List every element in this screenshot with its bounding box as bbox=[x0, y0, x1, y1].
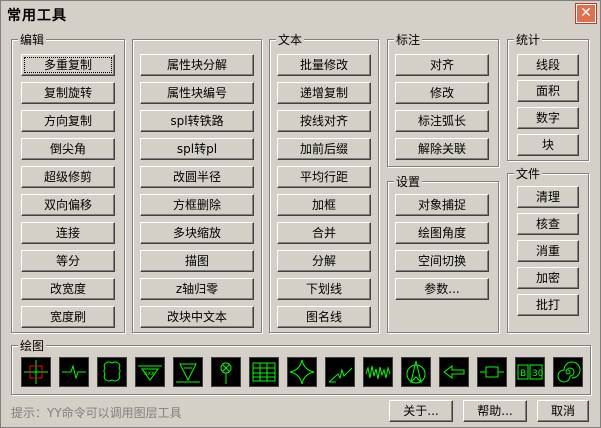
spl-to-pl-button[interactable]: spl转pl bbox=[140, 138, 254, 160]
number-attr-block-button[interactable]: 属性块编号 bbox=[140, 82, 254, 104]
add-prefix-suffix-button[interactable]: 加前后缀 bbox=[277, 138, 371, 160]
multi-copy-button[interactable]: 多重复制 bbox=[21, 54, 115, 76]
change-width-button[interactable]: 改宽度 bbox=[21, 278, 115, 300]
encrypt-button[interactable]: 加密 bbox=[517, 267, 579, 289]
squiggle-tool[interactable] bbox=[325, 357, 355, 387]
break-line-tool[interactable] bbox=[59, 357, 89, 387]
dim-align-button[interactable]: 对齐 bbox=[395, 54, 489, 76]
two-way-offset-button[interactable]: 双向偏移 bbox=[21, 194, 115, 216]
window-title: 常用工具 bbox=[7, 8, 67, 24]
direction-copy-button[interactable]: 方向复制 bbox=[21, 110, 115, 132]
help-button[interactable]: 帮助... bbox=[463, 400, 527, 422]
width-brush-button[interactable]: 宽度刷 bbox=[21, 306, 115, 328]
dim-modify-button[interactable]: 修改 bbox=[395, 82, 489, 104]
left-arrow-icon bbox=[443, 365, 465, 379]
resistor-icon bbox=[480, 366, 504, 378]
pin-circle-tool[interactable] bbox=[211, 357, 241, 387]
underline-button[interactable]: 下划线 bbox=[277, 278, 371, 300]
text-group-label: 文本 bbox=[276, 31, 305, 48]
spiral-icon bbox=[557, 361, 581, 383]
dim-disassociate-button[interactable]: 解除关联 bbox=[395, 138, 489, 160]
dialog-window: 常用工具 ✕ 编辑 多重复制 复制旋转 方向复制 倒尖角 超级修剪 双向偏移 连… bbox=[0, 0, 601, 428]
svg-text:B: B bbox=[520, 369, 526, 379]
cancel-button[interactable]: 取消 bbox=[537, 400, 589, 422]
super-trim-button[interactable]: 超级修剪 bbox=[21, 166, 115, 188]
triangle-arrow-tool[interactable]: xxx bbox=[135, 357, 165, 387]
increment-copy-button[interactable]: 递增复制 bbox=[277, 82, 371, 104]
close-button[interactable]: ✕ bbox=[575, 3, 597, 24]
stats-group-label: 统计 bbox=[514, 31, 543, 48]
star-icon bbox=[289, 359, 315, 385]
wave-icon bbox=[365, 365, 391, 380]
hint-text: 提示：YY命令可以调用图层工具 bbox=[11, 406, 182, 420]
purge-button[interactable]: 清理 bbox=[517, 186, 579, 208]
text-box-tool[interactable]: B 30 bbox=[515, 357, 545, 387]
stats-block-button[interactable]: 块 bbox=[517, 134, 579, 156]
explode-attr-block-button[interactable]: 属性块分解 bbox=[140, 54, 254, 76]
stats-lines-button[interactable]: 线段 bbox=[517, 54, 579, 76]
z-to-zero-button[interactable]: z轴归零 bbox=[140, 278, 254, 300]
align-to-line-button[interactable]: 按线对齐 bbox=[277, 110, 371, 132]
stats-area-button[interactable]: 面积 bbox=[517, 80, 579, 102]
file-group-label: 文件 bbox=[514, 165, 543, 182]
draw-group-label: 绘图 bbox=[18, 337, 47, 354]
batch-print-button[interactable]: 批打 bbox=[517, 294, 579, 316]
object-snap-button[interactable]: 对象捕捉 bbox=[395, 194, 489, 216]
valve-tool[interactable] bbox=[173, 357, 203, 387]
spiral-tool[interactable] bbox=[553, 357, 583, 387]
parameters-button[interactable]: 参数... bbox=[395, 278, 489, 300]
north-arrow-icon bbox=[406, 360, 426, 384]
dimension-group-label: 标注 bbox=[394, 31, 423, 48]
batch-edit-button[interactable]: 批量修改 bbox=[277, 54, 371, 76]
valve-icon bbox=[176, 363, 200, 383]
space-switch-button[interactable]: 空间切换 bbox=[395, 250, 489, 272]
close-icon: ✕ bbox=[580, 5, 592, 21]
spl-to-railway-button[interactable]: spl转铁路 bbox=[140, 110, 254, 132]
squiggle-icon bbox=[328, 367, 353, 383]
stats-number-button[interactable]: 数字 bbox=[517, 107, 579, 129]
north-arrow-tool[interactable] bbox=[401, 357, 431, 387]
dedupe-button[interactable]: 消重 bbox=[517, 240, 579, 262]
box-delete-button[interactable]: 方框删除 bbox=[140, 194, 254, 216]
star-tool[interactable] bbox=[287, 357, 317, 387]
crosshair-tool[interactable] bbox=[21, 357, 51, 387]
line-spacing-button[interactable]: 平均行距 bbox=[277, 166, 371, 188]
change-radius-button[interactable]: 改圆半径 bbox=[140, 166, 254, 188]
explode-text-button[interactable]: 分解 bbox=[277, 250, 371, 272]
title-bar: 常用工具 ✕ bbox=[1, 1, 600, 27]
break-line-icon bbox=[62, 364, 86, 380]
add-frame-button[interactable]: 加框 bbox=[277, 194, 371, 216]
triangle-arrow-icon: xxx bbox=[138, 365, 162, 381]
wave-tool[interactable] bbox=[363, 357, 393, 387]
svg-text:30: 30 bbox=[532, 369, 544, 379]
multi-block-scale-button[interactable]: 多块缩放 bbox=[140, 222, 254, 244]
settings-group-label: 设置 bbox=[394, 173, 423, 190]
merge-text-button[interactable]: 合并 bbox=[277, 222, 371, 244]
grid-table-icon bbox=[252, 362, 276, 382]
text-box-icon: B 30 bbox=[517, 364, 544, 380]
cloud-rect-tool[interactable] bbox=[97, 357, 127, 387]
trace-button[interactable]: 描图 bbox=[140, 250, 254, 272]
grid-table-tool[interactable] bbox=[249, 357, 279, 387]
divide-button[interactable]: 等分 bbox=[21, 250, 115, 272]
audit-button[interactable]: 核查 bbox=[517, 213, 579, 235]
crosshair-icon bbox=[24, 360, 48, 384]
resistor-tool[interactable] bbox=[477, 357, 507, 387]
edit-block-text-button[interactable]: 改块中文本 bbox=[140, 306, 254, 328]
copy-rotate-button[interactable]: 复制旋转 bbox=[21, 82, 115, 104]
drawing-angle-button[interactable]: 绘图角度 bbox=[395, 222, 489, 244]
cloud-rect-icon bbox=[103, 361, 121, 382]
svg-text:xxx: xxx bbox=[144, 370, 155, 377]
edit-group-label: 编辑 bbox=[18, 31, 47, 48]
dim-arc-length-button[interactable]: 标注弧长 bbox=[395, 110, 489, 132]
pin-circle-icon bbox=[220, 362, 232, 384]
left-arrow-tool[interactable] bbox=[439, 357, 469, 387]
chamfer-button[interactable]: 倒尖角 bbox=[21, 138, 115, 160]
about-button[interactable]: 关于... bbox=[389, 400, 453, 422]
join-button[interactable]: 连接 bbox=[21, 222, 115, 244]
title-line-button[interactable]: 图名线 bbox=[277, 306, 371, 328]
